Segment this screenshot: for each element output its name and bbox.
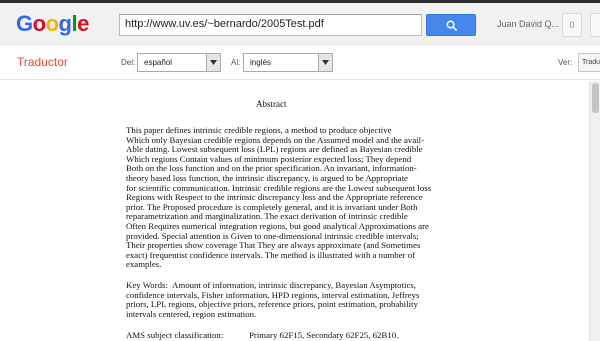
logo-letter: g xyxy=(58,11,72,36)
keywords-line: intervals centered, region estimation. xyxy=(126,308,257,319)
google-logo[interactable]: Google xyxy=(16,11,89,37)
source-language-value: español xyxy=(144,58,173,67)
view-translation-button[interactable]: Traducción xyxy=(578,53,600,72)
abstract-line: examples. xyxy=(126,259,162,270)
source-language-select[interactable]: español xyxy=(137,53,221,72)
search-icon xyxy=(446,20,457,31)
source-language-label: Del: xyxy=(121,58,136,67)
chevron-down-icon xyxy=(206,54,220,71)
target-language-label: Al: xyxy=(231,58,241,67)
ams-value: Primary 62F15, Secondary 62F25, 62B10. xyxy=(249,330,399,340)
app-title: Traductor xyxy=(17,55,68,69)
header: Google http://www.uv.es/~bernardo/2005Te… xyxy=(0,3,600,45)
view-label: Ver: xyxy=(558,58,573,67)
ams-label: AMS subject classification: xyxy=(126,330,224,340)
scrollbar[interactable] xyxy=(589,81,600,341)
document-title: Abstract xyxy=(256,99,287,109)
user-name[interactable]: Juan David Q... xyxy=(497,19,559,29)
keywords-text: Amount of information, intrinsic discrep… xyxy=(172,280,416,290)
abstract-line: exact) frequentist confidence intervals.… xyxy=(126,249,416,260)
logo-letter: e xyxy=(77,11,89,36)
translator-toolbar: Traductor Del: español Al: inglés Ver: T… xyxy=(0,46,600,80)
logo-letter: o xyxy=(32,11,46,36)
logo-letter: o xyxy=(45,11,59,36)
url-input[interactable]: http://www.uv.es/~bernardo/2005Test.pdf xyxy=(119,14,422,36)
search-button[interactable] xyxy=(426,14,476,36)
target-language-value: inglés xyxy=(250,58,271,67)
apps-button[interactable]: 0 xyxy=(562,13,582,37)
abstract-text: This paper defines intrinsic credible re… xyxy=(126,125,448,270)
chevron-down-icon xyxy=(318,54,332,71)
ams-classification: AMS subject classification: Primary 62F1… xyxy=(126,330,398,340)
logo-letter: G xyxy=(16,11,33,36)
account-button[interactable] xyxy=(590,13,600,37)
scrollbar-thumb[interactable] xyxy=(592,83,599,113)
target-language-select[interactable]: inglés xyxy=(243,53,333,72)
keywords-block: Key Words: Amount of information, intrins… xyxy=(126,280,448,319)
